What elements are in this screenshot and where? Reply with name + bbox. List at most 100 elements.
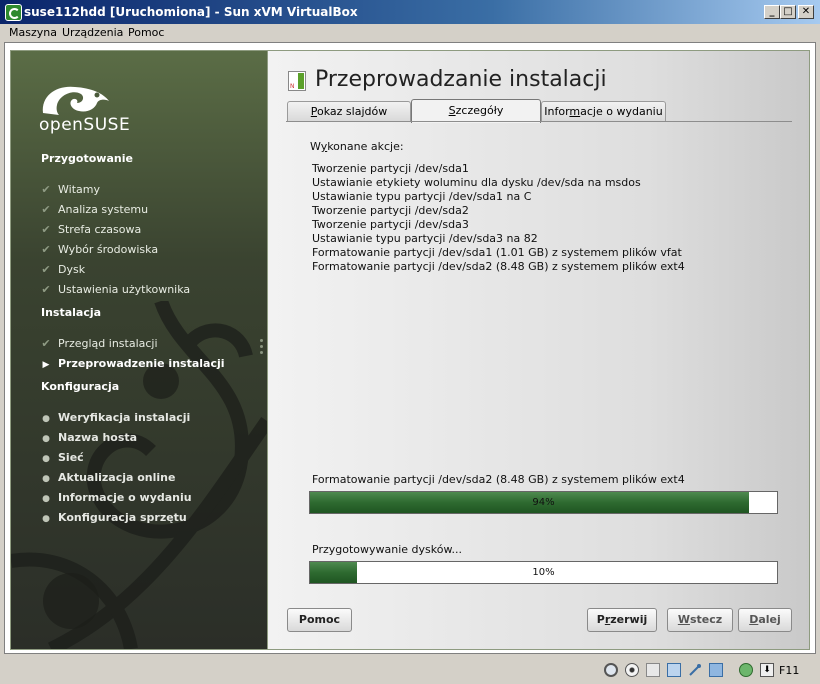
step-konfiguracja-sprzetu: ● Konfiguracja sprzętu xyxy=(39,511,187,524)
harddisk-icon[interactable] xyxy=(604,663,618,677)
total-progress-label: Przygotowywanie dysków... xyxy=(312,543,462,556)
usb-icon[interactable] xyxy=(688,663,702,677)
check-icon: ✔ xyxy=(41,263,51,276)
button-text: alej xyxy=(758,613,781,626)
progress-percent: 10% xyxy=(532,567,555,578)
bullet-icon: ● xyxy=(42,514,50,524)
maximize-button[interactable]: □ xyxy=(780,5,796,19)
tab-text: zczegóły xyxy=(455,104,504,117)
step-przeprowadzenie-instalacji: ▶ Przeprowadzenie instalacji xyxy=(39,357,225,370)
check-icon: ✔ xyxy=(41,223,51,236)
step-label: Przeprowadzenie instalacji xyxy=(58,357,225,370)
step-label: Wybór środowiska xyxy=(58,243,159,256)
bullet-icon: ● xyxy=(42,474,50,484)
tab-szczegoly[interactable]: Szczegóły xyxy=(411,99,541,123)
step-label: Strefa czasowa xyxy=(58,223,142,236)
help-button[interactable]: Pomoc xyxy=(287,608,352,632)
step-label: Analiza systemu xyxy=(58,203,149,216)
menu-urzadzenia[interactable]: Urządzenia xyxy=(62,26,123,39)
tab-text: acje o wydaniu xyxy=(580,105,663,118)
bullet-icon: ● xyxy=(42,494,50,504)
step-weryfikacja-instalacji: ● Weryfikacja instalacji xyxy=(39,411,190,424)
step-label: Aktualizacja online xyxy=(58,471,176,484)
step-witamy: ✔ Witamy xyxy=(39,183,100,196)
completed-actions-list[interactable]: Tworzenie partycji /dev/sda1 Ustawianie … xyxy=(312,162,685,274)
step-label: Dysk xyxy=(58,263,86,276)
tab-underline xyxy=(286,121,792,122)
section-konfiguracja: Konfiguracja xyxy=(41,380,120,393)
progress-percent: 94% xyxy=(532,497,555,508)
triangle-right-icon: ▶ xyxy=(42,360,50,370)
tab-text: Infor xyxy=(544,105,570,118)
menubar: Maszyna Urządzenia Pomoc xyxy=(0,24,820,42)
floppy-icon[interactable] xyxy=(646,663,660,677)
button-mnemonic: W xyxy=(677,613,690,626)
minimize-button[interactable]: _ xyxy=(764,5,780,19)
section-instalacja: Instalacja xyxy=(41,306,102,319)
step-label: Weryfikacja instalacji xyxy=(58,411,191,424)
bullet-icon: ● xyxy=(42,414,50,424)
list-item: Formatowanie partycji /dev/sda1 (1.01 GB… xyxy=(312,246,682,259)
step-informacje-o-wydaniu: ● Informacje o wydaniu xyxy=(39,491,192,504)
step-label: Witamy xyxy=(58,183,100,196)
step-analiza-systemu: ✔ Analiza systemu xyxy=(39,203,148,216)
cdrom-icon[interactable] xyxy=(625,663,639,677)
installer-sidebar: openSUSE Przygotowanie ✔ Witamy ✔ Analiza … xyxy=(11,51,267,649)
tab-mnemonic: S xyxy=(448,104,456,117)
current-task-label: Formatowanie partycji /dev/sda2 (8.48 GB… xyxy=(312,473,685,486)
total-progressbar: 10% xyxy=(309,561,778,584)
step-label: Nazwa hosta xyxy=(58,431,138,444)
mouse-integration-icon[interactable] xyxy=(739,663,753,677)
step-label: Informacje o wydaniu xyxy=(58,491,192,504)
completed-actions-label: Wykonane akcje: xyxy=(310,140,404,153)
list-item: Ustawianie typu partycji /dev/sda3 na 82 xyxy=(312,232,538,245)
step-label: Przegląd instalacji xyxy=(58,337,158,350)
network-icon[interactable] xyxy=(667,663,681,677)
section-przygotowanie: Przygotowanie xyxy=(41,152,133,165)
window-titlebar[interactable]: suse112hdd [Uruchomiona] - Sun xVM Virtu… xyxy=(0,0,820,24)
tab-pokaz-slajdow[interactable]: Pokaz slajdów xyxy=(287,101,411,122)
list-item: Formatowanie partycji /dev/sda2 (8.48 GB… xyxy=(312,260,685,273)
abort-button[interactable]: Przerwij xyxy=(587,608,657,632)
check-icon: ✔ xyxy=(41,283,51,296)
tab-mnemonic: m xyxy=(569,105,581,118)
menu-pomoc[interactable]: Pomoc xyxy=(128,26,164,39)
opensuse-chameleon-logo xyxy=(42,86,109,115)
menu-maszyna[interactable]: Maszyna xyxy=(9,26,57,39)
close-button[interactable]: ✕ xyxy=(798,5,814,19)
bullet-icon: ● xyxy=(42,434,50,444)
check-icon: ✔ xyxy=(41,203,51,216)
button-text: zerwij xyxy=(610,613,648,626)
label-text: konane akcje: xyxy=(327,140,404,153)
check-icon: ✔ xyxy=(41,243,51,256)
label-text: W xyxy=(310,140,321,153)
list-item: Tworzenie partycji /dev/sda3 xyxy=(312,218,469,231)
check-icon: ✔ xyxy=(41,183,51,196)
button-mnemonic: D xyxy=(749,613,759,626)
step-siec: ● Sieć xyxy=(39,451,84,464)
step-wybor-srodowiska: ✔ Wybór środowiska xyxy=(39,243,158,256)
step-label: Konfiguracja sprzętu xyxy=(58,511,187,524)
step-label: Ustawienia użytkownika xyxy=(58,283,191,296)
step-dysk: ✔ Dysk xyxy=(39,263,85,276)
install-package-icon xyxy=(288,71,306,91)
current-task-progressbar: 94% xyxy=(309,491,778,514)
tab-informacje-o-wydaniu[interactable]: Informacje o wydaniu xyxy=(541,101,666,122)
step-strefa-czasowa: ✔ Strefa czasowa xyxy=(39,223,141,236)
tab-text: okaz slajdów xyxy=(317,105,388,118)
page-title: Przeprowadzanie instalacji xyxy=(315,67,607,92)
window-title: suse112hdd [Uruchomiona] - Sun xVM Virtu… xyxy=(24,5,358,19)
step-aktualizacja-online: ● Aktualizacja online xyxy=(39,471,175,484)
host-key-arrow-icon[interactable]: ⬇ xyxy=(760,663,774,677)
button-text: P xyxy=(596,613,605,626)
back-button[interactable]: Wstecz xyxy=(667,608,733,632)
next-button[interactable]: Dalej xyxy=(738,608,792,632)
host-key-label: F11 xyxy=(779,664,800,677)
step-przeglad-instalacji: ✔ Przegląd instalacji xyxy=(39,337,158,350)
list-item: Tworzenie partycji /dev/sda1 xyxy=(312,162,469,175)
list-item: Ustawianie typu partycji /dev/sda1 na C xyxy=(312,190,532,203)
sidebar-resize-grip[interactable] xyxy=(260,339,263,357)
main-panel: Przeprowadzanie instalacji Pokaz slajdów… xyxy=(268,51,809,649)
shared-folders-icon[interactable] xyxy=(709,663,723,677)
bullet-icon: ● xyxy=(42,454,50,464)
